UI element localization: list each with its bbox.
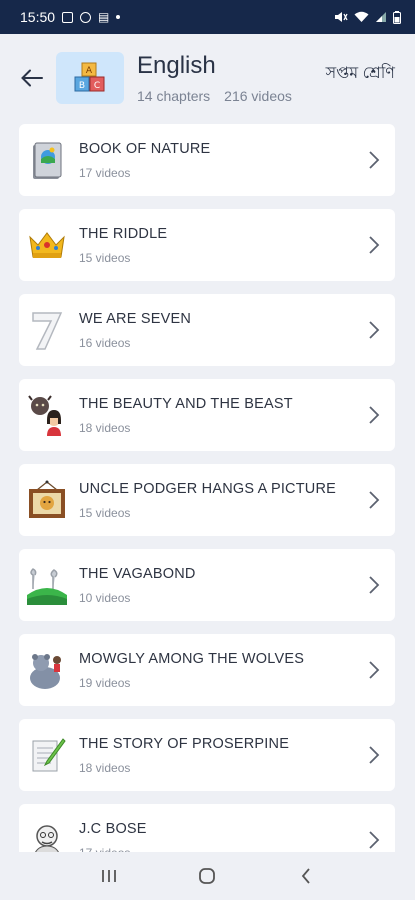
recent-apps-icon <box>102 870 117 882</box>
recent-apps-button[interactable] <box>89 856 129 896</box>
chapter-list: BOOK OF NATURE 17 videos THE RIDDLE 15 v… <box>19 124 395 889</box>
chapter-card-uncle-podger[interactable]: UNCLE PODGER HANGS A PICTURE 15 videos <box>19 464 395 536</box>
home-button[interactable] <box>187 856 227 896</box>
app-header: A B C English 14 chapters 216 videos সপ্… <box>0 34 415 124</box>
chapter-card-the-vagabond[interactable]: THE VAGABOND 10 videos <box>19 549 395 621</box>
abc-blocks-icon: A B C <box>74 62 105 92</box>
subject-title: English <box>137 52 216 79</box>
chapter-title: THE RIDDLE <box>79 226 168 242</box>
chevron-right-icon <box>369 151 380 169</box>
system-nav-bar <box>0 852 415 900</box>
gallery-notification-icon <box>62 11 74 23</box>
chevron-right-icon <box>369 576 380 594</box>
chapter-title: BOOK OF NATURE <box>79 141 211 157</box>
status-time: 15:50 <box>20 9 56 25</box>
back-nav-button[interactable] <box>286 856 326 896</box>
chapter-title: MOWGLY AMONG THE WOLVES <box>79 651 305 667</box>
chapter-title: UNCLE PODGER HANGS A PICTURE <box>79 481 336 497</box>
status-right <box>334 10 401 24</box>
more-notifications-icon <box>116 15 121 19</box>
app-notification-icon <box>80 11 92 23</box>
chapter-title: THE VAGABOND <box>79 566 196 582</box>
svg-text:B: B <box>79 81 85 91</box>
chevron-right-icon <box>369 661 380 679</box>
svg-text:C: C <box>94 81 100 91</box>
chevron-right-icon <box>369 321 380 339</box>
svg-text:A: A <box>86 66 93 76</box>
subject-thumbnail: A B C <box>56 52 124 104</box>
bengali-notification-icon: ▤ <box>98 10 110 24</box>
chapter-video-count: 15 videos <box>79 506 131 520</box>
home-icon <box>199 868 216 884</box>
chapter-title: J.C BOSE <box>79 821 147 837</box>
chapter-title: WE ARE SEVEN <box>79 311 191 327</box>
chapter-card-mowgly[interactable]: MOWGLY AMONG THE WOLVES 19 videos <box>19 634 395 706</box>
subject-meta: 14 chapters 216 videos <box>137 88 292 104</box>
videos-count: 216 videos <box>224 88 292 104</box>
chapter-video-count: 17 videos <box>79 166 131 180</box>
beauty-beast-icon <box>27 393 67 437</box>
wifi-icon <box>354 11 369 22</box>
bear-icon <box>27 648 67 692</box>
crown-icon <box>27 223 67 267</box>
chevron-right-icon <box>369 236 380 254</box>
back-arrow-icon <box>21 69 43 87</box>
scroll-quill-icon <box>27 733 67 777</box>
back-chevron-icon <box>301 868 310 884</box>
chapter-video-count: 10 videos <box>79 591 131 605</box>
chapter-card-book-of-nature[interactable]: BOOK OF NATURE 17 videos <box>19 124 395 196</box>
status-bar: 15:50 ▤ <box>0 0 415 34</box>
chapter-video-count: 18 videos <box>79 421 131 435</box>
number-seven-icon <box>27 308 67 352</box>
chevron-right-icon <box>369 746 380 764</box>
chapter-card-the-riddle[interactable]: THE RIDDLE 15 videos <box>19 209 395 281</box>
nature-book-icon <box>27 138 67 182</box>
chevron-right-icon <box>369 406 380 424</box>
class-label: সপ্তম শ্রেণি <box>325 65 395 82</box>
chapter-title: THE STORY OF PROSERPINE <box>79 736 290 752</box>
chapter-video-count: 16 videos <box>79 336 131 350</box>
chevron-right-icon <box>369 491 380 509</box>
chapter-video-count: 18 videos <box>79 761 131 775</box>
status-left: 15:50 ▤ <box>20 9 121 25</box>
signal-icon <box>376 12 386 22</box>
chevron-right-icon <box>369 831 380 849</box>
chapter-video-count: 15 videos <box>79 251 131 265</box>
chapters-count: 14 chapters <box>137 88 211 104</box>
chapter-card-we-are-seven[interactable]: WE ARE SEVEN 16 videos <box>19 294 395 366</box>
chapter-card-proserpine[interactable]: THE STORY OF PROSERPINE 18 videos <box>19 719 395 791</box>
chapter-card-beauty-and-the-beast[interactable]: THE BEAUTY AND THE BEAST 18 videos <box>19 379 395 451</box>
chapter-title: THE BEAUTY AND THE BEAST <box>79 396 293 412</box>
mute-icon <box>335 12 348 22</box>
landscape-icon <box>27 563 67 607</box>
battery-icon <box>393 10 401 24</box>
back-button[interactable] <box>18 64 46 92</box>
picture-frame-icon <box>27 478 67 522</box>
chapter-video-count: 19 videos <box>79 676 131 690</box>
